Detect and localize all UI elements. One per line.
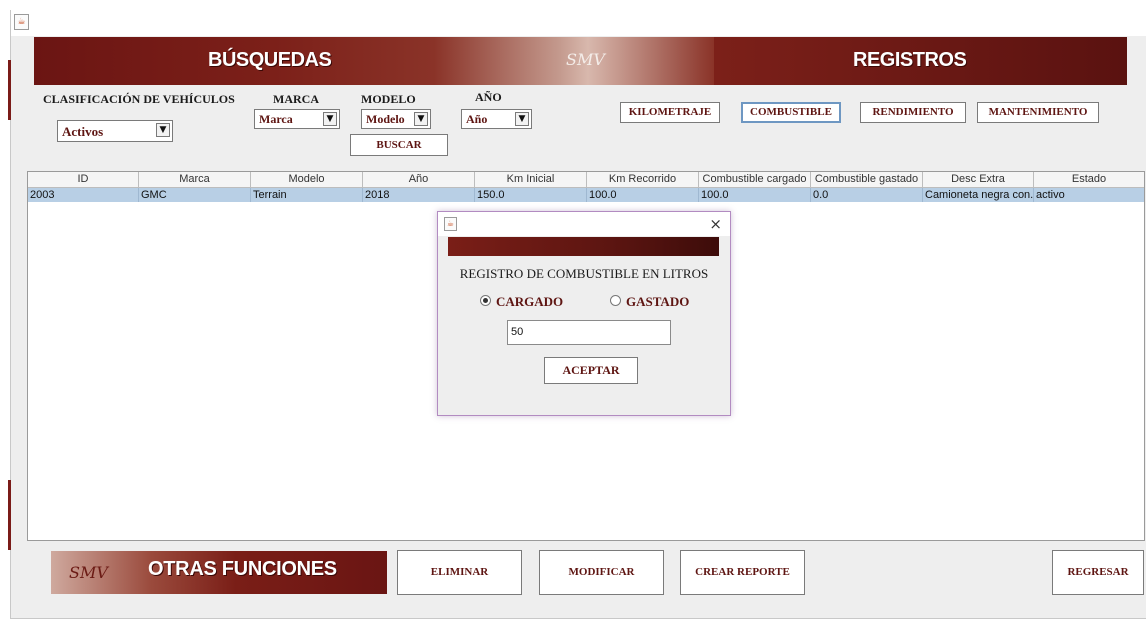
close-icon[interactable]: × — [709, 215, 722, 233]
busquedas-title: BÚSQUEDAS — [208, 49, 332, 71]
cell-combustible-cargado: 100.0 — [699, 188, 811, 202]
column-header[interactable]: Marca — [139, 172, 251, 187]
cell-km-inicial: 150.0 — [475, 188, 587, 202]
chevron-down-icon[interactable]: ▼ — [156, 123, 170, 137]
radio-unselected-icon[interactable] — [610, 295, 621, 306]
clasificacion-label: CLASIFICACIÓN DE VEHÍCULOS — [43, 92, 235, 106]
anio-label: AÑO — [475, 90, 502, 104]
clasificacion-select[interactable]: Activos ▼ — [57, 120, 173, 142]
modificar-button[interactable]: MODIFICAR — [539, 550, 664, 595]
cell-marca: GMC — [139, 188, 251, 202]
column-header[interactable]: Año — [363, 172, 475, 187]
fuel-dialog: ☕ × REGISTRO DE COMBUSTIBLE EN LITROS CA… — [437, 211, 731, 416]
rendimiento-button[interactable]: RENDIMIENTO — [860, 102, 966, 123]
aceptar-button[interactable]: ACEPTAR — [544, 357, 638, 384]
smv-logo-icon: SMV — [566, 50, 605, 69]
main-window: ☕ BÚSQUEDAS SMV REGISTROS CLASIFICACIÓN … — [10, 10, 1146, 619]
radio-selected-icon[interactable] — [480, 295, 491, 306]
chevron-down-icon[interactable]: ▼ — [323, 112, 337, 126]
column-header[interactable]: Modelo — [251, 172, 363, 187]
kilometraje-button[interactable]: KILOMETRAJE — [620, 102, 720, 123]
modelo-value: Modelo — [366, 112, 405, 126]
cell-id: 2003 — [28, 188, 139, 202]
marca-value: Marca — [259, 112, 293, 126]
otras-funciones-title: OTRAS FUNCIONES — [148, 558, 337, 580]
column-header[interactable]: Km Inicial — [475, 172, 587, 187]
edge-decoration — [8, 60, 11, 120]
registros-title: REGISTROS — [853, 49, 967, 71]
window-titlebar: ☕ — [11, 10, 1146, 36]
anio-select[interactable]: Año ▼ — [461, 109, 532, 129]
column-header[interactable]: Estado — [1034, 172, 1144, 187]
radio-cargado[interactable]: CARGADO — [480, 294, 563, 310]
modelo-select[interactable]: Modelo ▼ — [361, 109, 431, 129]
regresar-button[interactable]: REGRESAR — [1052, 550, 1144, 595]
modelo-label: MODELO — [361, 92, 416, 106]
chevron-down-icon[interactable]: ▼ — [414, 112, 428, 126]
buscar-button[interactable]: BUSCAR — [350, 134, 448, 156]
crear-reporte-button[interactable]: CREAR REPORTE — [680, 550, 805, 595]
mantenimiento-button[interactable]: MANTENIMIENTO — [977, 102, 1099, 123]
java-icon: ☕ — [14, 14, 29, 30]
column-header[interactable]: Combustible gastado — [811, 172, 923, 187]
cell-desc-extra: Camioneta negra con... — [925, 188, 1034, 202]
chevron-down-icon[interactable]: ▼ — [515, 112, 529, 126]
column-header[interactable]: Km Recorrido — [587, 172, 699, 187]
smv-logo-icon: SMV — [69, 563, 108, 582]
clasificacion-value: Activos — [62, 124, 104, 139]
table-header: ID Marca Modelo Año Km Inicial Km Recorr… — [28, 172, 1144, 188]
anio-value: Año — [466, 112, 488, 126]
litros-input[interactable]: 50 — [507, 320, 671, 345]
marca-label: MARCA — [273, 92, 319, 106]
java-icon: ☕ — [444, 217, 457, 231]
radio-gastado[interactable]: GASTADO — [610, 294, 689, 310]
cell-combustible-gastado: 0.0 — [811, 188, 923, 202]
eliminar-button[interactable]: ELIMINAR — [397, 550, 522, 595]
radio-cargado-label: CARGADO — [496, 294, 564, 309]
cell-estado: activo — [1036, 189, 1065, 201]
column-header[interactable]: Desc Extra — [923, 172, 1034, 187]
dialog-heading: REGISTRO DE COMBUSTIBLE EN LITROS — [459, 266, 709, 281]
radio-gastado-label: GASTADO — [626, 294, 690, 309]
cell-anio: 2018 — [363, 188, 475, 202]
table-row[interactable]: 2003 GMC Terrain 2018 150.0 100.0 100.0 … — [28, 188, 1144, 202]
edge-decoration — [8, 480, 11, 550]
dialog-titlebar: ☕ × — [438, 212, 730, 236]
marca-select[interactable]: Marca ▼ — [254, 109, 340, 129]
dialog-banner — [448, 237, 719, 256]
combustible-button[interactable]: COMBUSTIBLE — [741, 102, 841, 123]
column-header[interactable]: ID — [28, 172, 139, 187]
cell-km-recorrido: 100.0 — [587, 188, 699, 202]
column-header[interactable]: Combustible cargado — [699, 172, 811, 187]
cell-modelo: Terrain — [251, 188, 363, 202]
